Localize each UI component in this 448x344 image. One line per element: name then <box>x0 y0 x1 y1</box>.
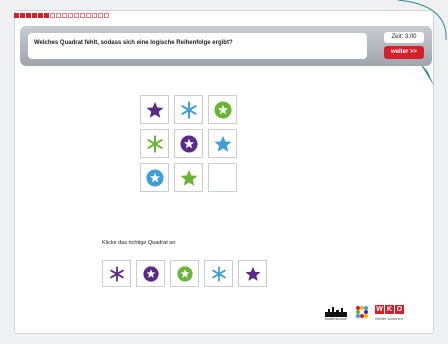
puzzle-square <box>140 163 169 192</box>
snowflake-icon <box>180 100 197 119</box>
timer: Zeit: 3:00 <box>384 32 424 43</box>
instruction-text: Klicke das richtige Quadrat an <box>102 240 176 246</box>
progress-step-todo <box>86 13 91 18</box>
progress-step-todo <box>56 13 61 18</box>
wko-letter: W <box>375 305 385 314</box>
snowflake-icon <box>109 265 124 282</box>
progress-step-done <box>44 13 49 18</box>
progress-step-todo <box>104 13 109 18</box>
progress-step-todo <box>98 13 103 18</box>
progress-step-done <box>20 13 25 18</box>
next-button[interactable]: weiter >> <box>384 46 424 59</box>
star-icon <box>214 135 231 152</box>
star-icon <box>244 266 261 281</box>
progress-step-todo <box>74 13 79 18</box>
wko-tagline: Weiter kommen. <box>375 316 405 321</box>
colorful-dots-logo-icon <box>356 306 368 318</box>
puzzle-square <box>140 95 169 124</box>
puzzle-square <box>140 129 169 158</box>
star-icon <box>180 169 197 186</box>
puzzle-square <box>174 163 203 192</box>
wko-logo: W K O Weiter kommen. <box>375 305 404 321</box>
progress-step-todo <box>62 13 67 18</box>
missing-square <box>208 163 237 192</box>
progress-step-todo <box>80 13 85 18</box>
circle-star-icon <box>179 134 198 153</box>
city-logo: stadtenkulisse <box>323 305 349 321</box>
progress-step-done <box>26 13 31 18</box>
answer-option[interactable] <box>102 260 131 287</box>
snowflake-icon <box>146 134 163 153</box>
snowflake-icon <box>211 265 226 282</box>
puzzle-square <box>174 95 203 124</box>
progress-step-done <box>38 13 43 18</box>
progress-step-todo <box>68 13 73 18</box>
puzzle-square <box>208 129 237 158</box>
progress-step-done <box>14 13 19 18</box>
footer-logos: stadtenkulisse W K O Weiter kommen. <box>323 305 404 321</box>
answer-option[interactable] <box>204 260 233 287</box>
skyline-icon <box>325 307 347 317</box>
circle-star-icon <box>176 265 193 282</box>
question-box: Welches Quadrat fehlt, sodass sich eine … <box>28 33 367 59</box>
circle-star-icon <box>142 265 159 282</box>
puzzle-grid <box>140 95 237 192</box>
answer-option[interactable] <box>238 260 267 287</box>
wko-letter: K <box>385 305 395 314</box>
question-bar: Welches Quadrat fehlt, sodass sich eine … <box>20 26 432 66</box>
question-text: Welches Quadrat fehlt, sodass sich eine … <box>34 40 233 46</box>
progress-step-todo <box>50 13 55 18</box>
answer-option[interactable] <box>170 260 199 287</box>
puzzle-square <box>208 95 237 124</box>
wko-letters: W K O <box>375 305 405 314</box>
answer-options <box>102 260 267 287</box>
wko-letter: O <box>395 305 405 314</box>
circle-star-icon <box>145 168 164 187</box>
circle-star-icon <box>213 100 232 119</box>
city-logo-caption: stadtenkulisse <box>324 317 348 321</box>
answer-option[interactable] <box>136 260 165 287</box>
progress-step-todo <box>92 13 97 18</box>
progress-step-done <box>32 13 37 18</box>
progress-indicator <box>14 13 109 18</box>
puzzle-square <box>174 129 203 158</box>
star-icon <box>146 101 163 118</box>
